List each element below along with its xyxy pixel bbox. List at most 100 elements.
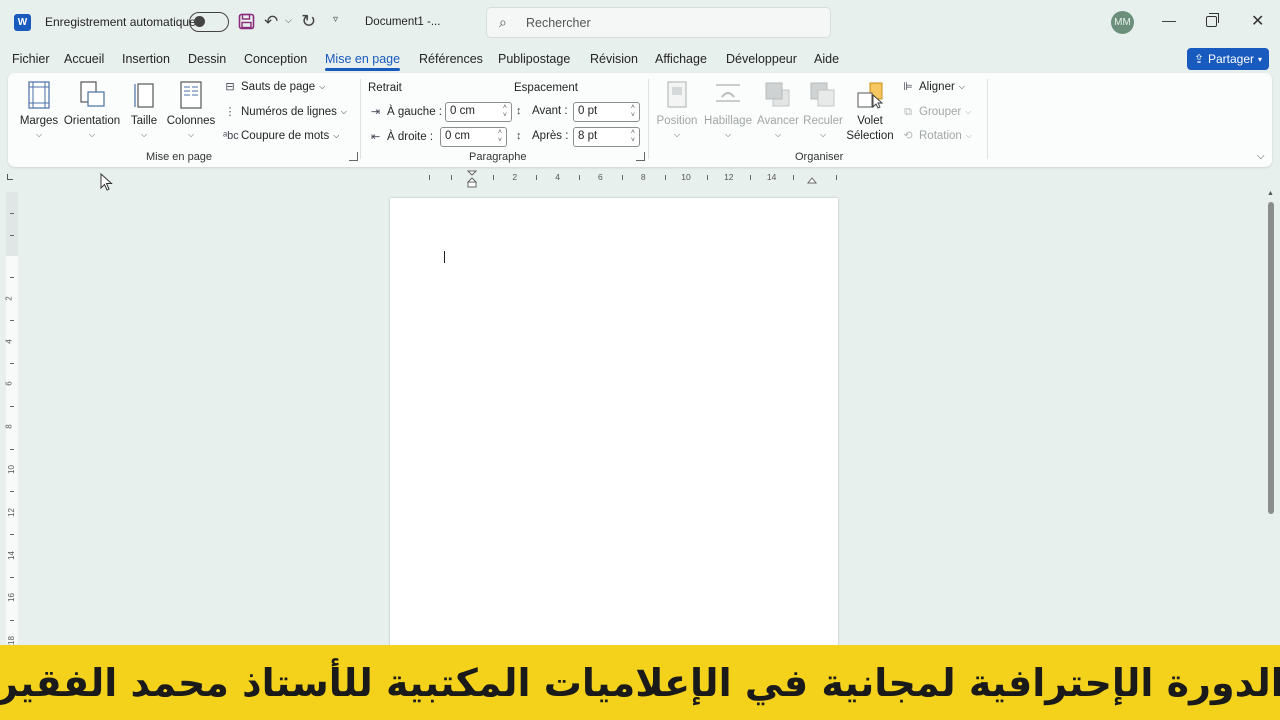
group-separator	[648, 79, 649, 159]
tab-dessin[interactable]: Dessin	[188, 52, 226, 66]
horizontal-ruler[interactable]: 2 4 6 8 10 12 14	[415, 172, 860, 184]
selection-pane-label-1: Volet	[857, 115, 883, 127]
hyphenation-label: Coupure de mots	[241, 130, 330, 142]
tab-references[interactable]: Références	[419, 52, 483, 66]
vertical-scrollbar[interactable]: ▲	[1266, 190, 1276, 650]
document-page[interactable]	[390, 198, 838, 658]
scroll-up-icon[interactable]: ▲	[1267, 190, 1274, 197]
close-icon[interactable]: ✕	[1251, 11, 1264, 31]
spacing-before-input[interactable]: 0 pt ˄ ˅	[573, 102, 640, 122]
spinner-arrows-icon[interactable]: ˄ ˅	[503, 104, 507, 120]
search-box[interactable]: ⌕ Rechercher	[486, 7, 831, 38]
indent-right-input[interactable]: 0 cm ˄ ˅	[440, 127, 507, 147]
tab-mise-en-page[interactable]: Mise en page	[325, 52, 401, 71]
tab-accueil[interactable]: Accueil	[64, 52, 104, 66]
wrap-text-button[interactable]: Habillage ⌵	[702, 75, 754, 145]
send-backward-button[interactable]: Reculer ⌵	[801, 75, 845, 145]
restore-icon[interactable]	[1206, 13, 1219, 27]
save-icon[interactable]	[238, 13, 255, 30]
spacing-after-icon: ↕	[516, 130, 522, 142]
redo-icon[interactable]: ↻	[301, 11, 316, 32]
tab-fichier[interactable]: Fichier	[12, 52, 50, 66]
group-separator	[987, 79, 988, 159]
group-button[interactable]: ⧉ Grouper ⌵	[901, 106, 971, 118]
chevron-down-icon: ⌵	[340, 107, 347, 116]
caption-banner: الدورة الإحترافية لمجانية في الإعلاميات …	[0, 645, 1280, 720]
ruler-number: 6	[4, 381, 14, 387]
orientation-button[interactable]: Orientation ⌵	[63, 75, 121, 145]
chevron-down-icon: ▾	[1258, 54, 1263, 64]
align-button[interactable]: ⊫ Aligner ⌵	[901, 81, 965, 93]
user-avatar[interactable]: MM	[1111, 11, 1134, 34]
tab-revision[interactable]: Révision	[590, 52, 638, 66]
page-setup-launcher-icon[interactable]	[349, 152, 358, 161]
columns-label: Colonnes	[166, 115, 216, 127]
indent-right-value: 0 cm	[445, 130, 470, 142]
paragraph-launcher-icon[interactable]	[636, 152, 645, 161]
ruler-tick	[429, 175, 431, 180]
scrollbar-thumb[interactable]	[1268, 202, 1274, 514]
minimize-icon[interactable]: —	[1162, 12, 1176, 28]
ruler-number: 12	[724, 172, 734, 182]
spacing-before-label: Avant :	[532, 105, 568, 117]
tab-conception[interactable]: Conception	[244, 52, 307, 66]
chevron-down-icon: ⌵	[319, 82, 326, 91]
wrap-text-icon	[716, 84, 740, 102]
ruler-tick	[10, 491, 14, 493]
vertical-ruler[interactable]: 2 4 6 8 10 12 14 16 18	[4, 192, 18, 645]
tab-affichage[interactable]: Affichage	[655, 52, 707, 66]
ruler-tick	[10, 363, 14, 364]
ruler-number: 10	[6, 465, 16, 474]
ruler-tick	[10, 577, 14, 578]
indent-left-row: ⇥ À gauche :	[371, 105, 442, 119]
tab-publipostage[interactable]: Publipostage	[498, 52, 570, 66]
rotate-button[interactable]: ⟲ Rotation ⌵	[901, 130, 972, 142]
chevron-down-icon: ⌵	[965, 107, 972, 116]
position-button[interactable]: Position ⌵	[653, 75, 701, 145]
undo-icon[interactable]: ↶	[264, 12, 278, 32]
group-icon: ⧉	[904, 106, 912, 118]
indent-left-input[interactable]: 0 cm ˄ ˅	[445, 102, 512, 122]
rotate-icon: ⟲	[903, 130, 913, 142]
align-icon: ⊫	[903, 81, 913, 93]
customize-quick-access-icon[interactable]: ▿	[333, 14, 338, 25]
chevron-down-icon: ⌵	[724, 130, 732, 139]
spinner-arrows-icon[interactable]: ˄ ˅	[631, 104, 635, 120]
share-icon: ⇪	[1193, 52, 1204, 66]
chevron-down-icon: ⌵	[673, 130, 681, 139]
spinner-arrows-icon[interactable]: ˄ ˅	[498, 129, 502, 145]
ruler-tick	[10, 234, 14, 236]
spacing-after-row: ↕ Après :	[516, 130, 568, 142]
ruler-tick	[10, 534, 14, 536]
right-indent-marker-icon[interactable]	[807, 176, 817, 184]
spinner-arrows-icon[interactable]: ˄ ˅	[631, 129, 635, 145]
document-title[interactable]: Document1 -...	[365, 16, 440, 28]
hyphenation-button[interactable]: ᵃbc Coupure de mots ⌵	[223, 130, 339, 142]
ruler-number: 2	[512, 172, 518, 182]
undo-dropdown-icon[interactable]: ⌵	[285, 15, 292, 26]
ruler-tick	[10, 320, 14, 322]
margins-button[interactable]: Marges ⌵	[18, 75, 60, 145]
share-button[interactable]: ⇪ Partager ▾	[1187, 48, 1269, 70]
autosave-toggle[interactable]	[189, 12, 229, 32]
tab-selector-icon[interactable]	[7, 174, 13, 180]
tab-aide[interactable]: Aide	[814, 52, 839, 66]
indent-right-label: À droite :	[387, 130, 434, 143]
position-icon	[667, 81, 687, 108]
page-breaks-button[interactable]: ⊟ Sauts de page ⌵	[223, 81, 325, 93]
word-app-icon: W	[14, 14, 31, 31]
columns-button[interactable]: Colonnes ⌵	[165, 75, 217, 145]
chevron-down-icon: ⌵	[958, 82, 965, 91]
indent-marker-icon[interactable]	[467, 170, 477, 188]
send-backward-icon	[810, 82, 835, 107]
spacing-after-input[interactable]: 8 pt ˄ ˅	[573, 127, 640, 147]
collapse-ribbon-icon[interactable]: ⌵	[1257, 151, 1265, 162]
ruler-tick	[493, 175, 495, 180]
selection-pane-button[interactable]: Volet Sélection	[846, 75, 894, 145]
tab-insertion[interactable]: Insertion	[122, 52, 170, 66]
position-label: Position	[656, 115, 698, 127]
line-numbers-button[interactable]: ⋮ Numéros de lignes ⌵	[223, 106, 347, 118]
bring-forward-button[interactable]: Avancer ⌵	[756, 75, 800, 145]
size-button[interactable]: Taille ⌵	[128, 75, 160, 145]
tab-developpeur[interactable]: Développeur	[726, 52, 797, 66]
